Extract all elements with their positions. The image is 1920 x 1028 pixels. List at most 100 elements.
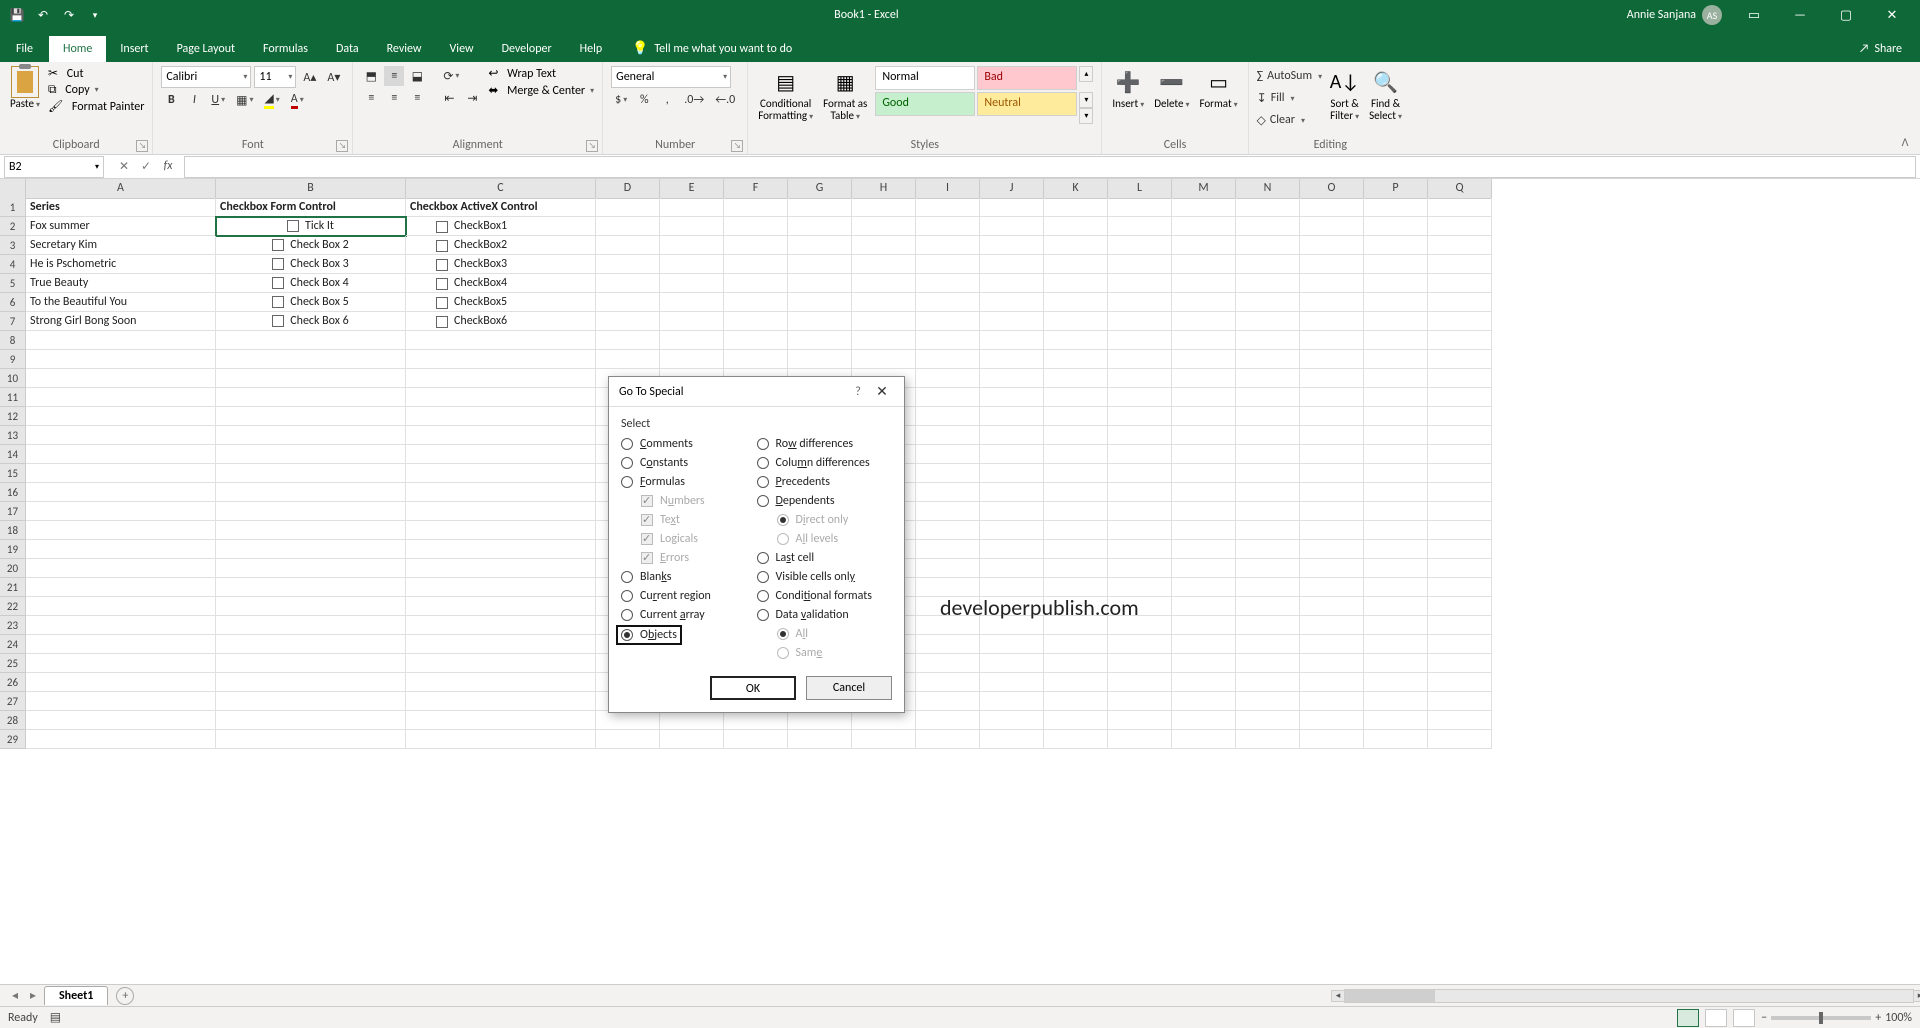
- cell[interactable]: [1044, 350, 1108, 369]
- cell[interactable]: [1236, 350, 1300, 369]
- cell[interactable]: [1236, 331, 1300, 350]
- cell[interactable]: [1364, 388, 1428, 407]
- cell[interactable]: [596, 293, 660, 312]
- cell[interactable]: [1428, 293, 1492, 312]
- insert-cells-button[interactable]: ➕Insert: [1110, 66, 1146, 112]
- cell[interactable]: [406, 483, 596, 502]
- cell[interactable]: [26, 331, 216, 350]
- activex-checkbox[interactable]: CheckBox5: [436, 293, 591, 312]
- row-header[interactable]: 9: [0, 350, 26, 369]
- decrease-decimal-icon[interactable]: ←.0: [711, 90, 739, 110]
- cell[interactable]: [1428, 369, 1492, 388]
- cell[interactable]: [980, 673, 1044, 692]
- form-checkbox[interactable]: Check Box 5: [272, 293, 349, 311]
- row-header[interactable]: 2: [0, 217, 26, 236]
- fill-button[interactable]: ↧Fill: [1257, 88, 1322, 108]
- cell[interactable]: [916, 540, 980, 559]
- row-header[interactable]: 3: [0, 236, 26, 255]
- cell[interactable]: [1364, 635, 1428, 654]
- cell[interactable]: [596, 274, 660, 293]
- cell[interactable]: [1364, 502, 1428, 521]
- cell[interactable]: [916, 236, 980, 255]
- cell[interactable]: [1428, 540, 1492, 559]
- cell[interactable]: [852, 730, 916, 749]
- scroll-left-icon[interactable]: ◂: [1331, 990, 1345, 1002]
- row-header[interactable]: 8: [0, 331, 26, 350]
- row-header[interactable]: 10: [0, 369, 26, 388]
- cell[interactable]: [1364, 540, 1428, 559]
- cell[interactable]: [980, 236, 1044, 255]
- cell[interactable]: Series: [26, 198, 216, 217]
- cell[interactable]: [216, 521, 406, 540]
- cell[interactable]: [1236, 445, 1300, 464]
- align-top-icon[interactable]: ⬒: [361, 66, 381, 86]
- underline-button[interactable]: U: [207, 90, 229, 110]
- cell[interactable]: [596, 236, 660, 255]
- enter-formula-icon[interactable]: ✓: [136, 159, 156, 174]
- cell[interactable]: [1236, 635, 1300, 654]
- cell[interactable]: [1300, 730, 1364, 749]
- cell[interactable]: [980, 331, 1044, 350]
- cell[interactable]: [980, 635, 1044, 654]
- cell[interactable]: [1300, 711, 1364, 730]
- option-dependents[interactable]: Dependents: [757, 494, 893, 508]
- cell[interactable]: [1428, 217, 1492, 236]
- cell[interactable]: [1044, 369, 1108, 388]
- cell[interactable]: [1428, 521, 1492, 540]
- cell[interactable]: [216, 578, 406, 597]
- cell[interactable]: [406, 521, 596, 540]
- cell[interactable]: [1172, 578, 1236, 597]
- cell[interactable]: Checkbox Form Control: [216, 198, 406, 217]
- sheet-tab-sheet1[interactable]: Sheet1: [44, 986, 108, 1005]
- cell[interactable]: [216, 559, 406, 578]
- cell[interactable]: [1428, 616, 1492, 635]
- cell[interactable]: [1108, 464, 1172, 483]
- find-select-button[interactable]: 🔍Find & Select: [1367, 66, 1404, 124]
- row-header[interactable]: 20: [0, 559, 26, 578]
- cell[interactable]: [1044, 635, 1108, 654]
- cell[interactable]: [596, 312, 660, 331]
- cell[interactable]: [406, 407, 596, 426]
- row-header[interactable]: 11: [0, 388, 26, 407]
- option-errors[interactable]: Errors: [621, 551, 757, 565]
- cell[interactable]: [724, 255, 788, 274]
- increase-font-icon[interactable]: A▴: [299, 67, 320, 87]
- cell[interactable]: [916, 502, 980, 521]
- align-middle-icon[interactable]: ≡: [384, 66, 404, 86]
- cell[interactable]: [406, 578, 596, 597]
- dialog-help-icon[interactable]: ?: [846, 385, 870, 399]
- cell[interactable]: [916, 407, 980, 426]
- cell[interactable]: [1108, 388, 1172, 407]
- cell[interactable]: [1108, 312, 1172, 331]
- cell[interactable]: [1044, 654, 1108, 673]
- cell[interactable]: [1172, 502, 1236, 521]
- cell[interactable]: Checkbox ActiveX Control: [406, 198, 596, 217]
- cell[interactable]: [788, 312, 852, 331]
- ribbon-display-options-icon[interactable]: ▭: [1732, 1, 1776, 29]
- cell[interactable]: [26, 540, 216, 559]
- row-header[interactable]: 13: [0, 426, 26, 445]
- align-right-icon[interactable]: ≡: [407, 88, 427, 108]
- cell[interactable]: [1428, 198, 1492, 217]
- dialog-titlebar[interactable]: Go To Special ? ✕: [609, 377, 904, 407]
- ok-button[interactable]: OK: [710, 676, 796, 700]
- row-header[interactable]: 27: [0, 692, 26, 711]
- align-left-icon[interactable]: ≡: [361, 88, 381, 108]
- cell[interactable]: [1044, 274, 1108, 293]
- column-header[interactable]: J: [980, 179, 1044, 199]
- cell[interactable]: Check Box 4: [216, 274, 406, 293]
- cell[interactable]: [1236, 293, 1300, 312]
- cell[interactable]: [1172, 369, 1236, 388]
- cell[interactable]: [1172, 293, 1236, 312]
- cut-button[interactable]: ✂ Cut: [48, 66, 144, 81]
- tab-help[interactable]: Help: [566, 36, 617, 62]
- cell[interactable]: [1236, 692, 1300, 711]
- activex-checkbox[interactable]: CheckBox3: [436, 255, 591, 274]
- cell[interactable]: [1172, 217, 1236, 236]
- cell[interactable]: [916, 654, 980, 673]
- cell[interactable]: [788, 255, 852, 274]
- font-size-combo[interactable]: 11: [254, 66, 296, 88]
- page-break-view-icon[interactable]: [1733, 1009, 1755, 1027]
- cell[interactable]: [1364, 692, 1428, 711]
- cell[interactable]: [406, 388, 596, 407]
